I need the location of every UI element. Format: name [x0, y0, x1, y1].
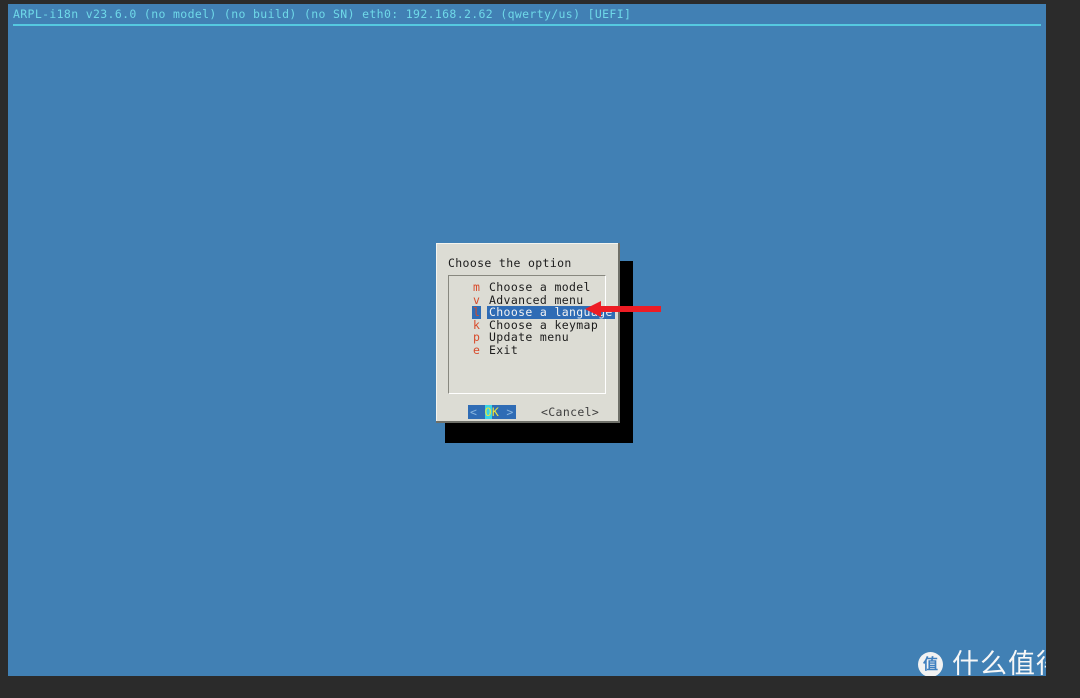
- menu-item-label: Exit: [489, 342, 519, 357]
- ok-hotkey: O: [484, 405, 492, 419]
- menu-frame: m Choose a model v Advanced menu l Choos…: [448, 275, 615, 394]
- choose-option-dialog: Choose the option m Choose a model v Adv…: [436, 243, 620, 423]
- menu-item-hotkey: m: [473, 280, 481, 294]
- ok-right-bracket: >: [506, 405, 514, 419]
- menu-item-label: Choose a model: [489, 280, 591, 294]
- menu-list[interactable]: m Choose a model v Advanced menu l Choos…: [449, 281, 615, 357]
- menu-item-choose-a-model[interactable]: m Choose a model: [449, 281, 605, 294]
- menu-item-choose-a-language[interactable]: l Choose a language: [449, 305, 615, 320]
- status-bar-text: ARPL-i18n v23.6.0 (no model) (no build) …: [13, 7, 632, 21]
- terminal-console: ARPL-i18n v23.6.0 (no model) (no build) …: [8, 4, 1046, 676]
- menu-item-hotkey: e: [473, 342, 481, 357]
- status-bar-divider: [13, 24, 1041, 26]
- menu-item-hotkey: l: [472, 305, 482, 320]
- watermark-logo-icon: 值: [918, 652, 943, 676]
- cancel-button[interactable]: <Cancel>: [541, 405, 599, 419]
- watermark-text: 什么值得买: [952, 649, 1046, 676]
- screen-root: ARPL-i18n v23.6.0 (no model) (no build) …: [0, 0, 1080, 698]
- watermark: 值 什么值得买: [918, 650, 1046, 676]
- status-bar: ARPL-i18n v23.6.0 (no model) (no build) …: [8, 4, 1046, 26]
- dialog-button-row: < OK > <Cancel>: [436, 403, 620, 421]
- menu-item-exit[interactable]: e Exit: [449, 344, 605, 357]
- dialog-title: Choose the option: [448, 256, 572, 270]
- ok-spacer-left: [477, 405, 484, 419]
- menu-item-label: Choose a language: [487, 305, 615, 320]
- ok-button[interactable]: < OK >: [468, 405, 516, 419]
